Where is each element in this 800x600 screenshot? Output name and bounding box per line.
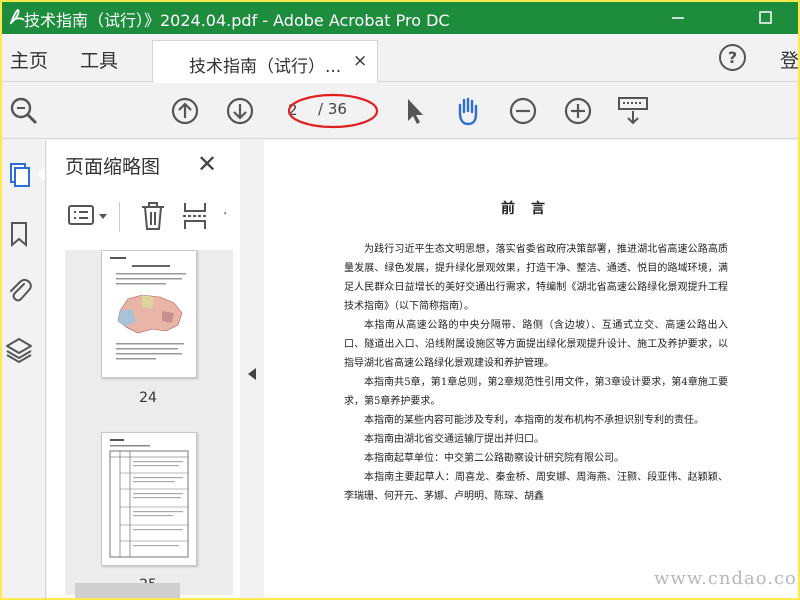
- close-tab-button[interactable]: ×: [353, 51, 367, 71]
- toolbar: / 36: [2, 83, 798, 139]
- document-paragraph: 本指南由湖北省交通运输厅提出并归口。: [364, 434, 544, 445]
- red-highlight-ellipse: [287, 93, 379, 129]
- maximize-icon: [759, 11, 772, 24]
- attachment-icon[interactable]: [5, 276, 33, 304]
- select-arrow-icon: [408, 99, 423, 124]
- keyboard-tool-button[interactable]: [615, 93, 651, 129]
- hand-icon: [458, 97, 478, 126]
- zoom-in-button[interactable]: [560, 93, 596, 129]
- delete-page-icon[interactable]: [139, 200, 167, 232]
- document-heading: 前言: [501, 201, 561, 217]
- rail-active-pointer: [37, 167, 45, 181]
- page-down-icon: [226, 97, 254, 125]
- collapse-panel-strip[interactable]: [240, 140, 264, 598]
- select-tool-button[interactable]: [396, 93, 432, 129]
- document-paragraph: 本指南起草单位：中交第二公路勘察设计研究院有限公司。: [364, 453, 624, 464]
- minimize-icon: [672, 17, 684, 19]
- login-button[interactable]: 登: [780, 46, 798, 73]
- thumbnail-page-25[interactable]: [101, 432, 197, 566]
- thumbnail-page-24[interactable]: [101, 250, 197, 378]
- thumbnail-panel: 页面缩略图 ✕ · 24: [47, 140, 240, 598]
- next-page-button[interactable]: [222, 93, 258, 129]
- thumbnail-options-button[interactable]: [67, 200, 113, 232]
- page-25-preview: [109, 439, 189, 558]
- tab-document[interactable]: 技术指南（试行）... ×: [152, 40, 378, 83]
- document-area: 前言 为践行习近平生态文明思想，落实省委省政府决策部署，推进湖北省高速公路高质量…: [264, 140, 798, 598]
- panel-toolbar: ·: [47, 192, 240, 242]
- tab-tools[interactable]: 工具: [80, 46, 118, 73]
- document-paragraph: 本指南的某些内容可能涉及专利，本指南的发布机构不承担识别专利的责任。: [364, 415, 704, 426]
- document-page: 前言 为践行习近平生态文明思想，落实省委省政府决策部署，推进湖北省高速公路高质量…: [264, 140, 798, 598]
- thumbnail-horizontal-scrollbar[interactable]: [75, 583, 180, 598]
- layers-icon[interactable]: [5, 336, 33, 364]
- insert-page-icon[interactable]: [181, 200, 209, 232]
- panel-title: 页面缩略图: [65, 156, 161, 178]
- page-thumbnails-icon[interactable]: [5, 160, 33, 188]
- document-paragraph: 本指南从高速公路的中央分隔带、路侧（含边坡）、互通式立交、高速公路出入口、隧道出…: [344, 320, 728, 369]
- tab-home[interactable]: 主页: [10, 46, 48, 73]
- hand-tool-button[interactable]: [450, 93, 486, 129]
- title-bar: 技术指南（试行）》2024.04.pdf - Adobe Acrobat Pro…: [2, 2, 798, 34]
- thumbnail-list: 24: [65, 250, 233, 595]
- page-24-preview: [110, 257, 186, 360]
- thumbnail-label-24: 24: [139, 390, 157, 406]
- zoom-icon: [10, 97, 38, 125]
- zoom-in-icon: [564, 97, 592, 125]
- document-paragraph: 本指南主要起草人：周喜龙、秦金桥、周安娜、周海燕、汪颢、段亚伟、赵颖颖、李瑞珊、…: [344, 472, 728, 502]
- tab-document-label: 技术指南（试行）...: [189, 57, 342, 77]
- toolbar-divider: [119, 202, 120, 232]
- window-title: 技术指南（试行）》2024.04.pdf - Adobe Acrobat Pro…: [24, 11, 450, 30]
- bookmark-icon[interactable]: [5, 220, 33, 248]
- document-paragraph: 本指南共5章，第1章总则，第2章规范性引用文件，第3章设计要求，第4章施工要求，…: [344, 377, 728, 407]
- acrobat-window: 技术指南（试行）》2024.04.pdf - Adobe Acrobat Pro…: [2, 2, 798, 598]
- document-paragraph: 为践行习近平生态文明思想，落实省委省政府决策部署，推进湖北省高速公路高质量发展、…: [344, 244, 728, 312]
- maximize-button[interactable]: [742, 2, 790, 34]
- zoom-out-icon: [509, 97, 537, 125]
- close-panel-button[interactable]: ✕: [197, 150, 217, 178]
- zoom-search-button[interactable]: [6, 93, 42, 129]
- collapse-arrow-icon[interactable]: [248, 368, 256, 380]
- more-tools-indicator[interactable]: ·: [223, 206, 227, 222]
- document-body: 为践行习近平生态文明思想，落实省委省政府决策部署，推进湖北省高速公路高质量发展、…: [344, 240, 728, 506]
- zoom-out-button[interactable]: [505, 93, 541, 129]
- previous-page-button[interactable]: [167, 93, 203, 129]
- help-button[interactable]: ?: [719, 44, 746, 71]
- navigation-rail: [2, 140, 46, 598]
- tab-bar: 主页 工具 技术指南（试行）... × ? 登: [2, 34, 798, 83]
- page-up-icon: [171, 97, 199, 125]
- watermark: www.cndao.com: [654, 568, 798, 589]
- keyboard-icon: [618, 97, 648, 125]
- minimize-button[interactable]: [654, 2, 702, 34]
